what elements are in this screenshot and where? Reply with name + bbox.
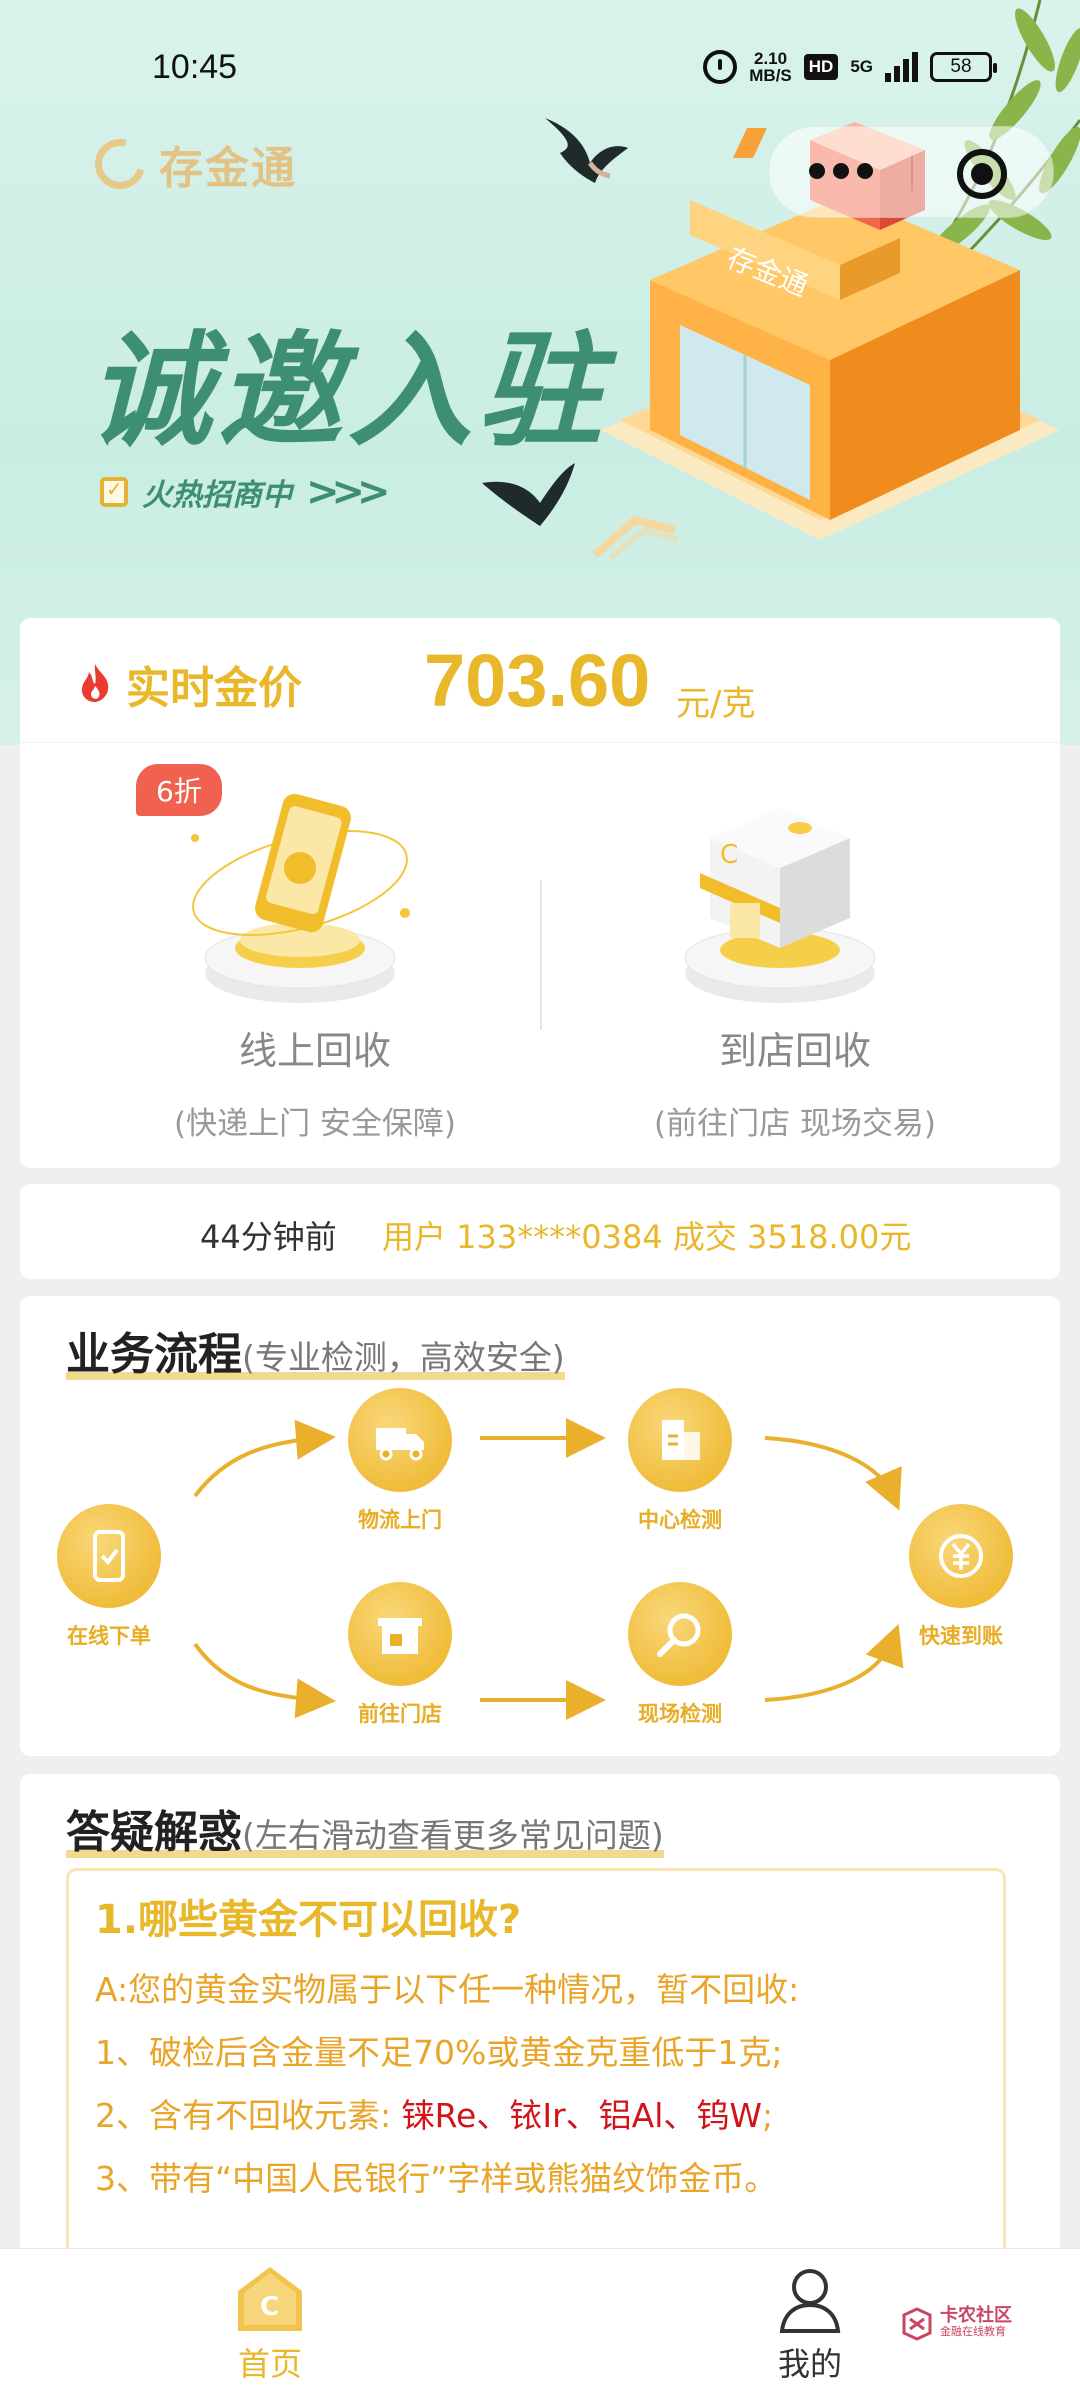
triple-chevron-icon: >>>	[306, 469, 390, 515]
step-fast-payout: 快速到账	[886, 1504, 1036, 1650]
faq-item2-prefix: 2、含有不回收元素:	[95, 2096, 402, 2135]
process-subtitle: (专业检测，高效安全)	[242, 1338, 565, 1377]
brand-logo: 存金通	[85, 129, 297, 199]
options-divider	[540, 880, 542, 1030]
step-circle	[348, 1388, 452, 1492]
faq-card[interactable]: 答疑解惑(左右滑动查看更多常见问题) 1.哪些黄金不可以回收? A:您的黄金实物…	[20, 1774, 1060, 2288]
step-online-order: 在线下单	[34, 1504, 184, 1650]
phone-check-icon	[93, 1530, 125, 1582]
capsule-divider	[911, 155, 913, 191]
faq-question: 1.哪些黄金不可以回收?	[95, 1897, 522, 1943]
online-recycle-title: 线上回收	[238, 1029, 391, 1073]
process-title-text: 业务流程	[66, 1329, 242, 1380]
svg-text:C: C	[720, 840, 738, 870]
store-recycle-subtitle: (前往门店 现场交易)	[653, 1106, 937, 1142]
brand-name: 存金通	[159, 143, 297, 194]
step-label: 在线下单	[67, 1624, 151, 1648]
magnifier-icon	[657, 1613, 701, 1657]
step-onsite-check: 现场检测	[605, 1582, 755, 1728]
checklist-icon	[100, 477, 128, 507]
close-target-icon[interactable]	[957, 149, 1007, 199]
store-recycle-title: 到店回收	[718, 1029, 871, 1073]
step-circle	[348, 1582, 452, 1686]
step-label: 中心检测	[638, 1508, 722, 1532]
faq-title-text: 答疑解惑	[66, 1807, 242, 1858]
discount-badge: 6折	[136, 764, 222, 816]
watermark-text: 卡农社区 金融在线教育	[940, 2305, 1012, 2340]
step-label: 前往门店	[358, 1702, 442, 1726]
yuan-coin-icon	[939, 1534, 983, 1578]
step-circle	[57, 1504, 161, 1608]
step-label: 现场检测	[638, 1702, 722, 1726]
faq-answer-item-2: 2、含有不回收元素: 铼Re、铱Ir、铝Al、钨W;	[95, 2089, 773, 2137]
hero-title: 诚邀入驻	[88, 320, 609, 464]
step-circle	[628, 1582, 732, 1686]
home-icon-letter: C	[260, 2292, 279, 2322]
status-time: 10:45	[152, 48, 238, 86]
home-icon: C	[234, 2263, 306, 2335]
tab-home[interactable]: C 首页	[190, 2263, 350, 2385]
faq-item2-suffix: ;	[762, 2096, 774, 2135]
online-recycle-option[interactable]: 6折 线上回收 (快递上门 安全保障)	[80, 758, 550, 1158]
step-circle	[909, 1504, 1013, 1608]
tab-mine-label: 我的	[777, 2345, 842, 2383]
faq-answer-intro: A:您的黄金实物属于以下任一种情况，暂不回收:	[95, 1970, 800, 2009]
more-options-icon[interactable]	[809, 163, 873, 179]
step-label: 物流上门	[358, 1508, 442, 1532]
ticker-text: 用户 133****0384 成交 3518.00元	[382, 1218, 912, 1256]
step-circle	[628, 1388, 732, 1492]
storefront-icon	[378, 1618, 422, 1654]
faq-title: 答疑解惑(左右滑动查看更多常见问题)	[66, 1796, 664, 1860]
watermark-main: 卡农社区	[940, 2305, 1012, 2326]
transaction-ticker: 44分钟前 用户 133****0384 成交 3518.00元	[20, 1184, 1060, 1279]
step-logistics: 物流上门	[325, 1388, 475, 1534]
faq-item2-elements: 铼Re、铱Ir、铝Al、钨W	[401, 2096, 763, 2135]
mini-program-capsule[interactable]	[768, 126, 1054, 218]
watermark-logo-icon	[902, 2307, 932, 2341]
store-building-icon: C	[684, 808, 876, 1003]
user-icon	[774, 2263, 846, 2335]
watermark-sub: 金融在线教育	[940, 2325, 1006, 2338]
phone-gold-icon	[191, 793, 410, 1003]
ticker-time: 44分钟前	[200, 1218, 337, 1256]
hero-subtitle: 火热招商中 >>>	[100, 469, 390, 515]
fire-icon	[81, 664, 109, 702]
hero-subtitle-text: 火热招商中	[142, 478, 292, 513]
brand-c-logo-icon	[85, 129, 155, 199]
delivery-truck-icon	[376, 1428, 424, 1461]
tab-home-label: 首页	[237, 2345, 302, 2383]
online-recycle-subtitle: (快递上门 安全保障)	[173, 1106, 457, 1142]
price-unit: 元/克	[676, 684, 756, 724]
realtime-price-value: 703.60	[424, 639, 651, 722]
faq-answer-item-1: 1、破检后含金量不足70%或黄金克重低于1克;	[95, 2033, 783, 2072]
business-process-card: 业务流程(专业检测，高效安全) 在线下单 物流上门 中心检测 前往门店 现场检测…	[20, 1296, 1060, 1756]
step-go-to-store: 前往门店	[325, 1582, 475, 1728]
store-recycle-option[interactable]: C 到店回收 (前往门店 现场交易)	[560, 758, 1030, 1158]
realtime-price-row: 实时金价 703.60 元/克	[20, 618, 1060, 743]
watermark: 卡农社区 金融在线教育	[900, 2307, 1012, 2341]
faq-subtitle: (左右滑动查看更多常见问题)	[242, 1816, 664, 1855]
step-label: 快速到账	[919, 1624, 1003, 1648]
chevron-deco-2	[592, 515, 679, 560]
process-title: 业务流程(专业检测，高效安全)	[66, 1318, 565, 1382]
building-check-icon	[662, 1420, 700, 1460]
bottom-tab-bar: C 首页 我的 卡农社区 金融在线教育	[0, 2248, 1080, 2400]
gold-price-card: 实时金价 703.60 元/克 6折 线上回收 (快递上门 安全保障) C 到店…	[20, 618, 1060, 1168]
tab-mine[interactable]: 我的	[730, 2263, 890, 2385]
step-center-check: 中心检测	[605, 1388, 755, 1534]
faq-answer-item-3: 3、带有“中国人民银行”字样或熊猫纹饰金币。	[95, 2159, 778, 2198]
faq-item[interactable]: 1.哪些黄金不可以回收? A:您的黄金实物属于以下任一种情况，暂不回收: 1、破…	[66, 1868, 1006, 2288]
realtime-price-label: 实时金价	[126, 663, 302, 714]
